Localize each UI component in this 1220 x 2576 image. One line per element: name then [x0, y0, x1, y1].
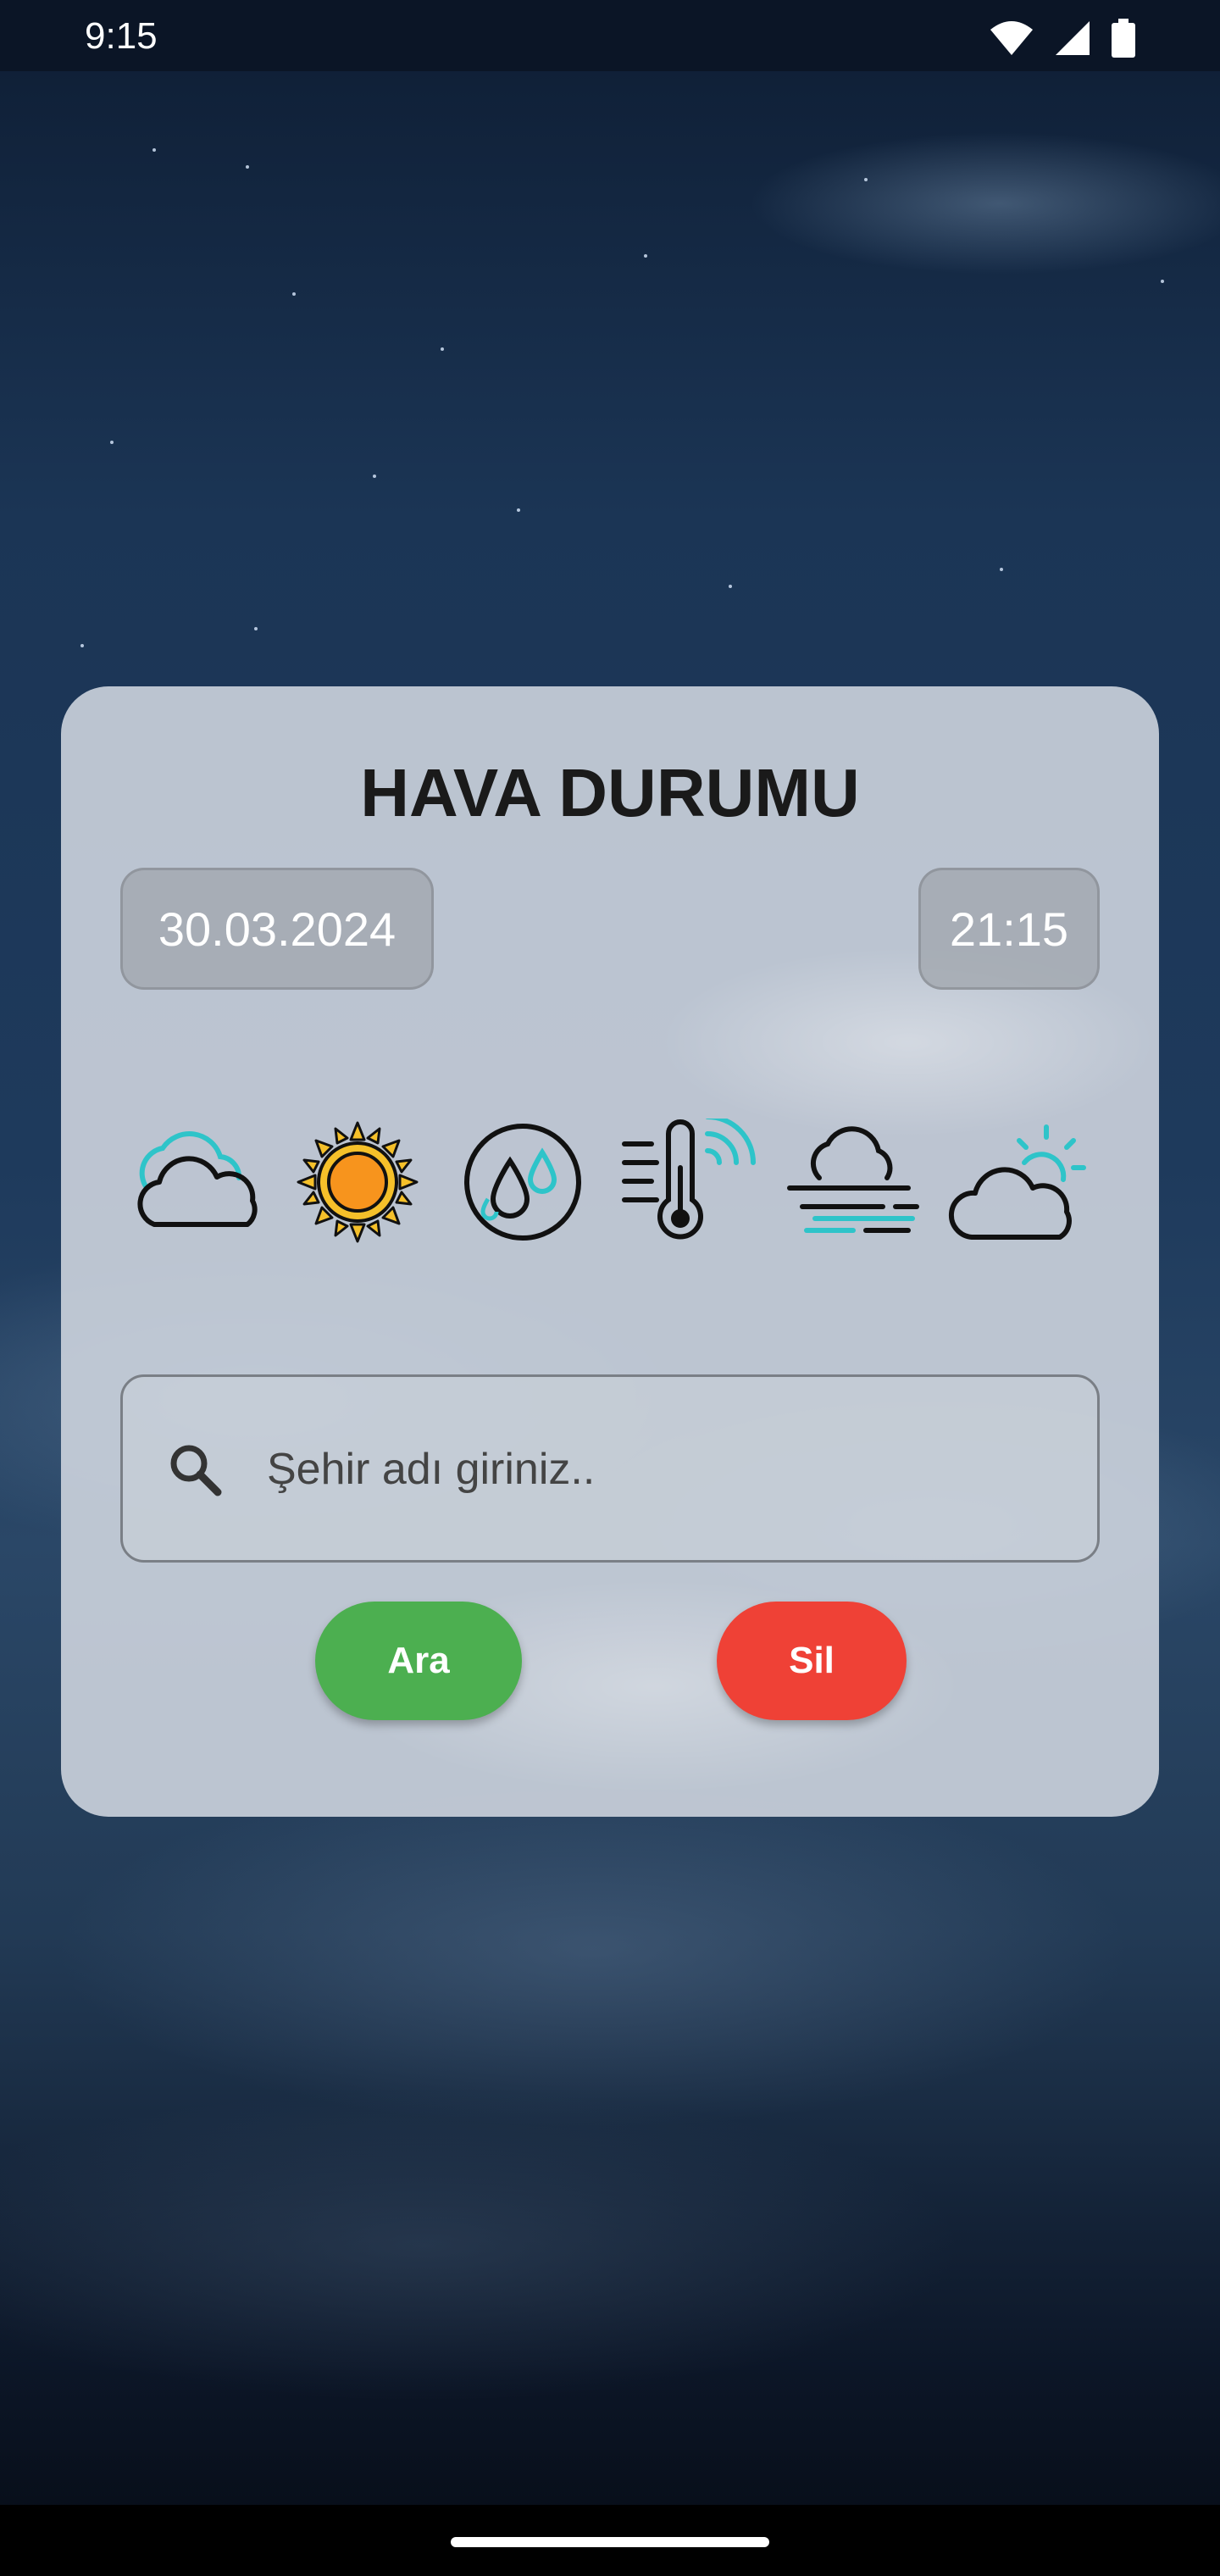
page-title: HAVA DURUMU — [360, 755, 860, 830]
home-gesture-handle[interactable] — [451, 2537, 769, 2547]
weather-card: HAVA DURUMU 30.03.2024 21:15 Şehir adı g… — [61, 686, 1159, 1817]
city-search-field[interactable] — [120, 1374, 1100, 1563]
partly-cloudy-icon — [949, 1124, 1086, 1240]
clear-button[interactable]: Sil — [717, 1602, 907, 1720]
wifi-icon — [990, 21, 1033, 55]
search-icon — [170, 1445, 222, 1496]
humidity-icon — [464, 1124, 581, 1241]
sun-icon — [297, 1121, 419, 1243]
weather-icons-row — [120, 1119, 1103, 1254]
time-badge: 21:15 — [918, 868, 1100, 990]
thermometer-wind-icon — [622, 1119, 756, 1240]
status-bar: 9:15 — [0, 0, 1220, 71]
navigation-bar — [0, 2505, 1220, 2576]
fog-icon — [787, 1126, 919, 1233]
search-button[interactable]: Ara — [315, 1602, 522, 1720]
cloudy-icon — [137, 1131, 258, 1227]
signal-icon — [1056, 21, 1090, 55]
date-badge: 30.03.2024 — [120, 868, 434, 990]
status-time: 9:15 — [85, 15, 158, 57]
city-search-input[interactable] — [265, 1426, 1065, 1513]
battery-icon — [1112, 19, 1135, 58]
